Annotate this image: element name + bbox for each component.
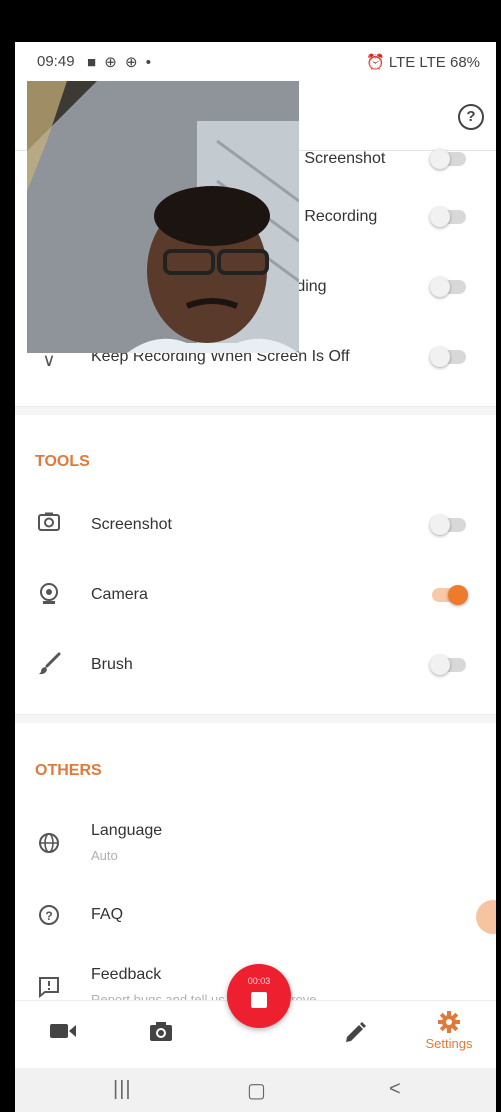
app-screen: 09:49 ■ ⊕ ⊕ • ⏰ LTE LTE 68% ? g Screensh… (15, 42, 496, 1112)
other-sub: Auto (91, 848, 118, 863)
camera-preview[interactable] (27, 81, 299, 353)
section-divider (15, 406, 496, 415)
tool-row-screenshot[interactable]: Screenshot (15, 494, 496, 554)
globe-icon (37, 832, 61, 856)
tool-label: Brush (91, 656, 133, 673)
brush-icon (37, 652, 61, 676)
system-nav-bar: ||| ▢ < (15, 1068, 496, 1112)
tool-row-brush[interactable]: Brush (15, 634, 496, 694)
status-bar: 09:49 ■ ⊕ ⊕ • ⏰ LTE LTE 68% (15, 42, 496, 82)
home-icon[interactable]: ▢ (247, 1078, 266, 1103)
help-icon: ? (37, 904, 61, 928)
tool-row-camera[interactable]: Camera (15, 564, 496, 624)
setting-label: g Screenshot (291, 150, 386, 167)
section-divider (15, 714, 496, 723)
tool-toggle-brush[interactable] (430, 655, 466, 675)
other-row-faq[interactable]: ? FAQ (15, 888, 496, 948)
screenshot-icon (37, 512, 61, 536)
tool-label: Screenshot (91, 516, 172, 533)
tab-settings-label: Settings (425, 1036, 473, 1051)
feedback-icon (37, 976, 61, 1000)
record-timer: 00:03 (247, 976, 271, 986)
setting-toggle[interactable] (430, 149, 466, 169)
back-icon[interactable]: < (389, 1078, 401, 1101)
setting-toggle[interactable] (430, 347, 466, 367)
status-icons-left: ■ ⊕ ⊕ • (87, 54, 153, 71)
status-time: 09:49 (37, 53, 75, 70)
camera-icon (37, 582, 61, 606)
camera-preview-image (27, 81, 299, 353)
section-title-others: OTHERS (35, 762, 102, 779)
section-title-tools: TOOLS (35, 453, 90, 470)
svg-text:?: ? (45, 909, 52, 923)
stop-record-button[interactable]: 00:03 (227, 964, 291, 1028)
setting-toggle[interactable] (430, 207, 466, 227)
other-label: Feedback (91, 966, 162, 983)
setting-label: g Recording (291, 208, 378, 225)
other-label: Language (91, 822, 163, 839)
recents-icon[interactable]: ||| (113, 1078, 132, 1101)
gear-icon (438, 1011, 460, 1033)
other-label: FAQ (91, 906, 124, 923)
help-icon[interactable]: ? (458, 104, 484, 130)
status-icons-right: ⏰ LTE LTE 68% (366, 54, 480, 71)
tool-toggle-screenshot[interactable] (430, 515, 466, 535)
video-icon[interactable] (49, 1021, 77, 1045)
tool-label: Camera (91, 586, 148, 603)
camera-icon[interactable] (147, 1021, 175, 1045)
setting-toggle[interactable] (430, 277, 466, 297)
pencil-icon[interactable] (341, 1021, 369, 1045)
tab-settings[interactable]: Settings (419, 1011, 479, 1051)
stop-icon (251, 992, 267, 1008)
other-row-language[interactable]: Language Auto (15, 810, 496, 878)
tool-toggle-camera[interactable] (432, 585, 468, 605)
